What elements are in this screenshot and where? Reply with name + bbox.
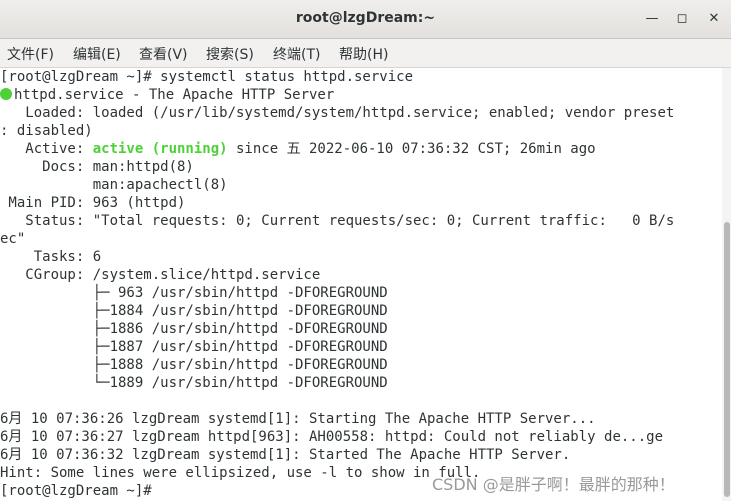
status-wrap-line: ec" xyxy=(0,231,26,247)
close-icon[interactable]: ✕ xyxy=(704,9,724,29)
log-line: 6月 10 07:36:32 lzgDream systemd[1]: Star… xyxy=(0,447,571,463)
tasks-line: Tasks: 6 xyxy=(0,249,102,265)
status-line: Status: "Total requests: 0; Current requ… xyxy=(0,213,675,229)
hint-line: Hint: Some lines were ellipsized, use -l… xyxy=(0,465,481,481)
process-line: ├─1887 /usr/sbin/httpd -DFOREGROUND xyxy=(0,339,388,355)
menu-search[interactable]: 搜索(S) xyxy=(206,44,254,64)
log-line: 6月 10 07:36:26 lzgDream systemd[1]: Star… xyxy=(0,411,596,427)
menu-edit[interactable]: 编辑(E) xyxy=(73,44,121,64)
process-line: ├─1886 /usr/sbin/httpd -DFOREGROUND xyxy=(0,321,388,337)
menu-file[interactable]: 文件(F) xyxy=(7,44,54,64)
scrollbar-thumb[interactable] xyxy=(724,222,730,497)
unit-description: httpd.service - The Apache HTTP Server xyxy=(14,87,335,103)
window-title: root@lzgDream:~ xyxy=(295,10,436,26)
menu-bar: 文件(F) 编辑(E) 查看(V) 搜索(S) 终端(T) 帮助(H) xyxy=(0,39,731,68)
loaded-wrap-line: : disabled) xyxy=(0,123,93,139)
log-line: 6月 10 07:36:27 lzgDream httpd[963]: AH00… xyxy=(0,429,664,445)
docs-line-2: man:apachectl(8) xyxy=(0,177,228,193)
status-dot-icon xyxy=(0,88,12,100)
menu-terminal[interactable]: 终端(T) xyxy=(273,44,320,64)
terminal-output[interactable]: [root@lzgDream ~]# systemctl status http… xyxy=(0,68,722,501)
active-label: Active: xyxy=(0,141,93,157)
unit-line: httpd.service - The Apache HTTP Server xyxy=(0,86,334,104)
cgroup-line: CGroup: /system.slice/httpd.service xyxy=(0,267,321,283)
window-titlebar: root@lzgDream:~ — ◻ ✕ xyxy=(0,0,731,39)
process-line: ├─1888 /usr/sbin/httpd -DFOREGROUND xyxy=(0,357,388,373)
maximize-icon[interactable]: ◻ xyxy=(672,9,692,29)
active-since: since 五 2022-06-10 07:36:32 CST; 26min a… xyxy=(227,141,596,157)
menu-view[interactable]: 查看(V) xyxy=(139,44,188,64)
active-line: Active: active (running) since 五 2022-06… xyxy=(0,140,596,158)
docs-line: Docs: man:httpd(8) xyxy=(0,159,194,175)
prompt-line: [root@lzgDream ~]# systemctl status http… xyxy=(0,69,414,85)
watermark: CSDN @是胖子啊！最胖的那种！ xyxy=(432,475,675,494)
active-state: active (running) xyxy=(92,141,228,157)
main-pid-line: Main PID: 963 (httpd) xyxy=(0,195,186,211)
prompt-line-2: [root@lzgDream ~]# xyxy=(0,483,161,499)
menu-help[interactable]: 帮助(H) xyxy=(339,44,388,64)
minimize-icon[interactable]: — xyxy=(642,9,662,29)
process-line: ├─1884 /usr/sbin/httpd -DFOREGROUND xyxy=(0,303,388,319)
process-line: ├─ 963 /usr/sbin/httpd -DFOREGROUND xyxy=(0,285,388,301)
process-line: └─1889 /usr/sbin/httpd -DFOREGROUND xyxy=(0,375,388,391)
loaded-line: Loaded: loaded (/usr/lib/systemd/system/… xyxy=(0,105,675,121)
